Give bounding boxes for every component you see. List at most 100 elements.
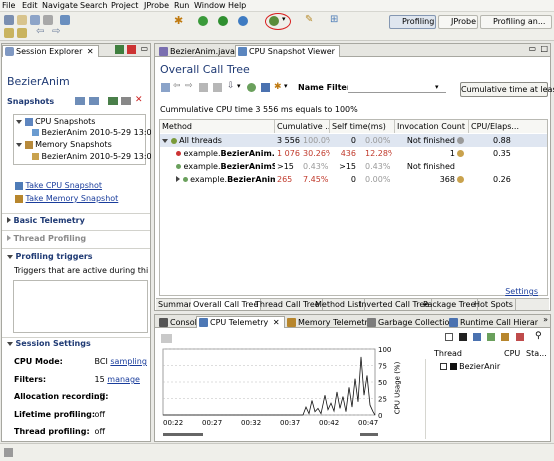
external-tools-icon[interactable]: ✎ [305,14,313,25]
debug-tools-icon[interactable]: ✱ [174,14,183,27]
tab-cpu-snapshot-viewer[interactable]: CPU Snapshot Viewer [235,45,340,57]
minimize-icon[interactable]: ▭ [528,44,536,53]
refresh-icon[interactable] [199,83,208,92]
snapshot-export-icon[interactable] [75,97,85,105]
print-icon[interactable] [43,15,53,25]
minimize-icon[interactable]: ▭ [140,44,148,53]
open-perspective-icon[interactable]: ⊞ [330,14,338,25]
menu-project[interactable]: Project [111,1,138,10]
tab-overall-call-tree[interactable]: Overall Call Tree [191,299,262,310]
tab-session-explorer[interactable]: Session Explorer ✕ [2,45,99,57]
view-menu-icon[interactable]: » [543,315,548,324]
table-row[interactable]: example.BezierAnimSC >15 0.43% >15 0.43%… [160,160,547,173]
menu-help[interactable]: Help [228,1,246,10]
time-scrollbar-right[interactable] [360,433,378,436]
close-icon[interactable]: ✕ [273,318,280,327]
stop-icon[interactable] [127,45,136,54]
snapshot-delete-icon[interactable]: ✕ [135,95,143,105]
back-icon[interactable]: ⇦ [173,81,181,91]
tree-node-memory-snapshots[interactable]: Memory Snapshots [16,140,112,149]
forward-arrow-icon[interactable]: ⇨ [52,26,60,37]
search-icon[interactable] [60,15,70,25]
tree-item-cpu-snapshot[interactable]: BezierAnim 2010-5-29 13:0 [32,128,152,137]
column-cumulative[interactable]: Cumulative ... [275,120,330,133]
forward-icon[interactable]: ⇨ [185,81,193,91]
new-icon[interactable] [4,15,14,25]
session-settings-header[interactable]: Session Settings [7,339,91,348]
focus-icon[interactable] [261,83,270,92]
profile-dropdown-chevron-icon[interactable]: ▾ [282,15,286,23]
run-icon[interactable] [218,16,228,26]
status-column-header[interactable]: Sta... [526,349,547,358]
table-row[interactable]: All threads 3 556 100.0% 0 0.00% Not fin… [160,134,547,147]
thread-checkbox[interactable] [440,363,447,370]
table-row[interactable]: example.BezierAnimSC 265 7.45% 0 0.00% 3… [160,173,547,186]
tree-item-memory-snapshot[interactable]: BezierAnim 2010-5-29 13:0 [32,152,152,161]
tab-hot-spots[interactable]: Hot Spots [472,299,516,310]
name-filter-dropdown-chevron-icon[interactable]: ▾ [435,83,439,91]
menu-window[interactable]: Window [194,1,226,10]
triggers-list[interactable] [13,280,148,333]
start-icon[interactable] [115,45,124,54]
fast-view-icon[interactable] [4,448,13,457]
tab-package-tree[interactable]: Package Tree [421,299,479,310]
menu-edit[interactable]: Edit [22,1,38,10]
deselect-all-icon[interactable] [459,333,467,341]
expand-all-icon[interactable] [247,83,256,92]
run-external-tools-icon[interactable] [238,16,248,26]
snapshot-open-icon[interactable] [108,97,118,105]
column-method[interactable]: Method [160,120,275,133]
copy-icon[interactable] [213,83,222,92]
name-filter-input[interactable] [348,81,446,93]
maximize-icon[interactable]: □ [540,44,548,53]
search-icon[interactable]: ⚲ [535,331,542,341]
close-icon[interactable]: ✕ [87,47,94,56]
home-icon[interactable] [161,83,170,92]
tab-runtime-call-hierarchy[interactable]: Runtime Call Hierar [446,316,539,328]
take-memory-snapshot-link[interactable]: Take Memory Snapshot [26,194,119,203]
snapshot-rename-icon[interactable] [121,97,131,105]
sort-dropdown-chevron-icon[interactable]: ▾ [237,82,241,90]
menu-file[interactable]: File [2,1,15,10]
thread-row[interactable]: BezierAnir [440,362,500,371]
thread-stop-icon[interactable] [516,333,524,341]
perspective-profiling[interactable]: Profiling [389,15,436,29]
column-invocation-count[interactable]: Invocation Count [395,120,469,133]
cpu-column-header[interactable]: CPU [504,349,520,358]
menu-run[interactable]: Run [174,1,189,10]
perspective-jprobe[interactable]: JProbe [438,15,478,29]
back-arrow-icon[interactable]: ⇦ [36,26,44,37]
thread-refresh-icon[interactable] [487,333,495,341]
highlight-icon[interactable]: ✱ [274,82,282,92]
time-scrollbar-left[interactable] [163,433,203,436]
sort-icon[interactable]: ⇩ [227,81,235,91]
perspective-profiling-analysis[interactable]: Profiling an... [480,15,552,29]
thread-filter-icon[interactable] [473,333,481,341]
profile-icon[interactable] [269,16,279,26]
next-annotation-icon[interactable] [4,28,14,38]
take-cpu-snapshot-link[interactable]: Take CPU Snapshot [26,181,102,190]
sampling-link[interactable]: sampling [110,357,147,366]
open-icon[interactable] [17,15,27,25]
select-all-checkbox[interactable] [445,333,453,341]
cumulative-time-button[interactable]: Cumulative time at least [460,82,554,97]
chart-options-icon[interactable] [161,334,172,343]
menu-jprobe[interactable]: JProbe [144,1,169,10]
snapshot-import-icon[interactable] [89,97,99,105]
highlight-dropdown-chevron-icon[interactable]: ▾ [284,82,288,90]
menu-navigate[interactable]: Navigate [42,1,78,10]
manage-filters-link[interactable]: manage [107,375,140,384]
thread-profiling-header[interactable]: Thread Profiling [7,234,86,243]
tab-cpu-telemetry[interactable]: CPU Telemetry ✕ [196,316,285,328]
table-row[interactable]: example.BezierAnim.m 1 076 30.26% 436 12… [160,147,547,160]
settings-link[interactable]: Settings [505,287,538,296]
thread-column-header[interactable]: Thread [434,349,462,358]
tab-bezieranim-java[interactable]: BezierAnim.java [156,45,240,57]
prev-annotation-icon[interactable] [17,28,27,38]
debug-icon[interactable] [198,16,208,26]
tree-node-cpu-snapshots[interactable]: CPU Snapshots [16,117,95,126]
column-self-time[interactable]: Self time(ms) [330,120,395,133]
profiling-triggers-header[interactable]: Profiling triggers [7,252,93,261]
column-cpu-elapsed[interactable]: CPU/Elaps... [469,120,547,133]
save-icon[interactable] [30,15,40,25]
